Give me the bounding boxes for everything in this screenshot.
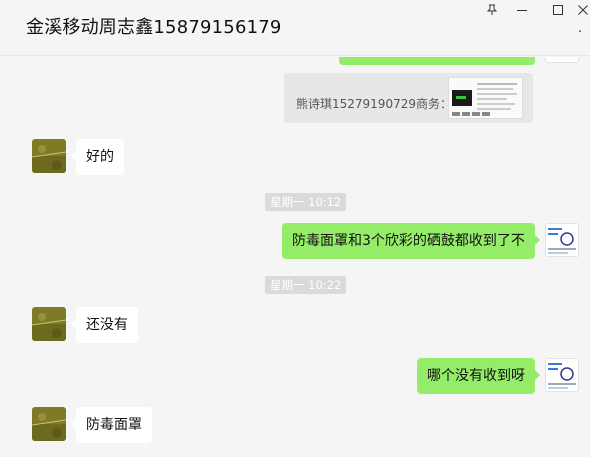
message-bubble[interactable]: 好的	[71, 139, 124, 175]
quoted-image-thumbnail[interactable]	[448, 77, 523, 119]
timestamp: 星期一 10:22	[265, 276, 347, 294]
message-bubble-partial	[339, 57, 535, 65]
chat-window: 金溪移动周志鑫15879156179 · 熊诗琪15279190729商务： 好…	[0, 0, 590, 457]
pin-icon[interactable]	[479, 0, 505, 20]
message-text: 还没有	[86, 317, 128, 333]
avatar[interactable]	[545, 223, 579, 257]
close-icon[interactable]	[570, 0, 590, 20]
more-icon[interactable]: ·	[578, 26, 582, 39]
avatar[interactable]	[32, 407, 66, 441]
message-bubble[interactable]: 哪个没有收到呀	[417, 358, 540, 394]
message-list[interactable]: 熊诗琪15279190729商务： 好的 星期一 10:12 防毒面罩和3个欣彩…	[0, 57, 590, 457]
avatar[interactable]	[32, 307, 66, 341]
message-text: 防毒面罩和3个欣彩的硒鼓都收到了不	[292, 233, 525, 249]
maximize-icon[interactable]	[545, 0, 571, 20]
avatar-self-partial	[545, 57, 579, 63]
timestamp: 星期一 10:12	[265, 193, 347, 211]
message-text: 哪个没有收到呀	[427, 368, 525, 384]
quoted-message-text: 熊诗琪15279190729商务：	[296, 97, 452, 111]
message-text: 防毒面罩	[86, 417, 142, 433]
avatar[interactable]	[32, 139, 66, 173]
title-bar: 金溪移动周志鑫15879156179 ·	[0, 0, 590, 56]
quoted-message[interactable]: 熊诗琪15279190729商务：	[284, 73, 533, 123]
message-text: 好的	[86, 149, 114, 165]
chat-title: 金溪移动周志鑫15879156179	[26, 17, 282, 38]
minimize-icon[interactable]	[509, 0, 535, 20]
message-bubble[interactable]: 防毒面罩和3个欣彩的硒鼓都收到了不	[282, 223, 540, 259]
message-bubble[interactable]: 还没有	[71, 307, 138, 343]
avatar[interactable]	[545, 358, 579, 392]
message-bubble[interactable]: 防毒面罩	[71, 407, 152, 443]
